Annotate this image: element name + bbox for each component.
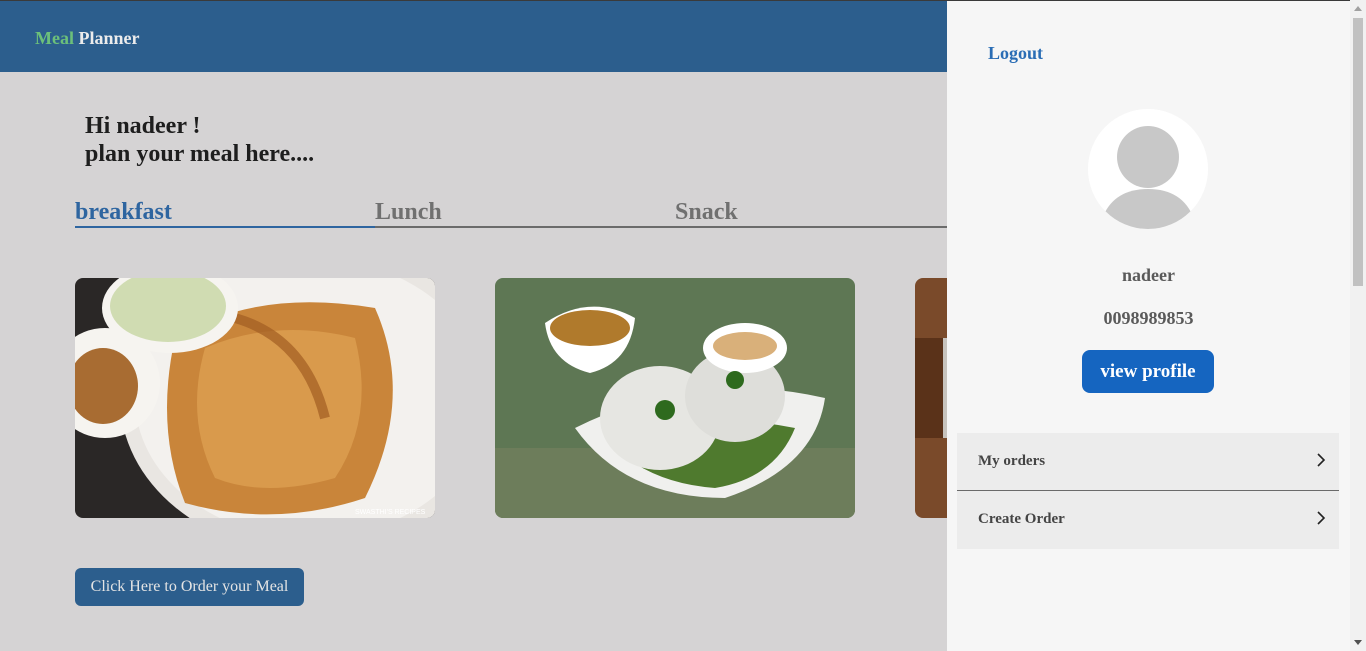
watermark-text: SWASTHI'S RECIPES bbox=[355, 509, 426, 516]
brand-meal-text: Meal bbox=[35, 28, 74, 48]
menu-item-my-orders[interactable]: My orders bbox=[957, 433, 1339, 491]
dosa-image: SWASTHI'S RECIPES bbox=[75, 278, 435, 518]
profile-username: nadeer bbox=[1122, 265, 1175, 285]
scroll-up-arrow-icon[interactable] bbox=[1354, 6, 1362, 11]
profile-side-panel: Logout nadeer 0098989853 view profile My… bbox=[947, 0, 1350, 651]
menu-item-label: My orders bbox=[978, 453, 1046, 469]
greeting: Hi nadeer ! plan your meal here.... bbox=[85, 112, 314, 168]
menu-item-create-order[interactable]: Create Order bbox=[957, 491, 1339, 549]
idli-image bbox=[495, 278, 855, 518]
brand-logo[interactable]: Meal Planner bbox=[35, 28, 139, 49]
chevron-right-icon bbox=[1317, 511, 1326, 525]
vertical-scrollbar[interactable] bbox=[1350, 0, 1366, 651]
view-profile-button[interactable]: view profile bbox=[1082, 350, 1214, 393]
order-meal-button[interactable]: Click Here to Order your Meal bbox=[75, 568, 304, 606]
meal-card-idli[interactable] bbox=[495, 278, 855, 518]
active-tab-indicator bbox=[75, 226, 375, 228]
greeting-line-2: plan your meal here.... bbox=[85, 141, 315, 167]
meal-card-dosa[interactable]: SWASTHI'S RECIPES bbox=[75, 278, 435, 518]
tab-lunch[interactable]: Lunch bbox=[375, 196, 442, 228]
tab-breakfast[interactable]: breakfast bbox=[75, 196, 172, 228]
user-avatar-icon bbox=[1088, 109, 1208, 229]
menu-item-label: Create Order bbox=[978, 511, 1065, 527]
scroll-down-arrow-icon[interactable] bbox=[1354, 640, 1362, 645]
scroll-thumb[interactable] bbox=[1353, 18, 1363, 286]
meal-tabs: breakfast Lunch Snack bbox=[75, 196, 947, 228]
brand-planner-text: Planner bbox=[78, 28, 140, 48]
avatar bbox=[1088, 109, 1208, 229]
logout-link[interactable]: Logout bbox=[988, 43, 1043, 64]
profile-phone: 0098989853 bbox=[1103, 308, 1194, 328]
third-dish-image bbox=[915, 278, 947, 518]
chevron-right-icon bbox=[1317, 453, 1326, 467]
tab-snack[interactable]: Snack bbox=[675, 196, 738, 228]
profile-menu: My orders Create Order bbox=[957, 433, 1339, 549]
greeting-line-1: Hi nadeer ! bbox=[85, 113, 201, 139]
meal-card-third[interactable] bbox=[915, 278, 947, 518]
